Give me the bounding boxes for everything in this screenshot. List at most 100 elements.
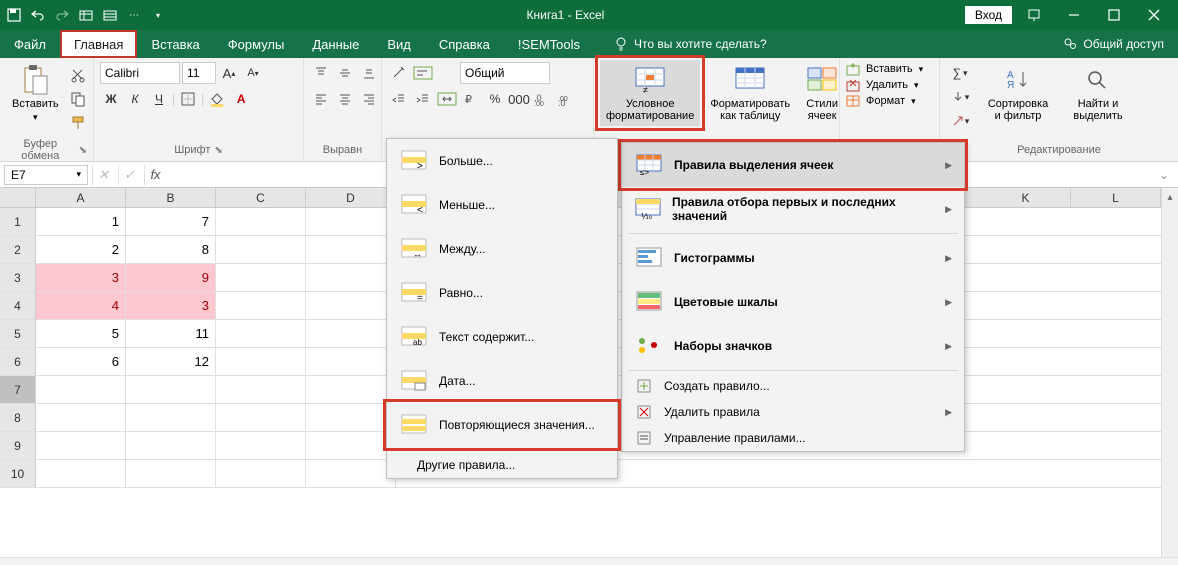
- comma-format-icon[interactable]: 000: [508, 88, 530, 110]
- more-rules-item[interactable]: Другие правила...: [387, 452, 617, 478]
- tab-semtools[interactable]: !SEMTools: [504, 30, 594, 58]
- scroll-up-icon[interactable]: ▴: [1162, 188, 1178, 206]
- cell[interactable]: [306, 292, 396, 319]
- align-center-icon[interactable]: [334, 88, 356, 110]
- cell[interactable]: 7: [126, 208, 216, 235]
- cell[interactable]: 12: [126, 348, 216, 375]
- cell[interactable]: 9: [126, 264, 216, 291]
- qat-custom-1-icon[interactable]: [78, 7, 94, 23]
- row-header[interactable]: 7: [0, 376, 36, 403]
- cell[interactable]: 4: [36, 292, 126, 319]
- text-contains-item[interactable]: ab Текст содержит...: [387, 315, 617, 359]
- cell[interactable]: [36, 432, 126, 459]
- tab-home[interactable]: Главная: [60, 30, 137, 58]
- find-select-button[interactable]: Найти и выделить: [1062, 60, 1134, 126]
- col-header[interactable]: D: [306, 188, 396, 207]
- fx-icon[interactable]: fx: [144, 165, 166, 185]
- color-scales-item[interactable]: Цветовые шкалы ▶: [622, 280, 964, 324]
- increase-decimal-icon[interactable]: ,0,00: [532, 88, 554, 110]
- vertical-scrollbar[interactable]: ▴: [1161, 188, 1178, 557]
- save-icon[interactable]: [6, 7, 22, 23]
- copy-icon[interactable]: [67, 88, 89, 110]
- cell[interactable]: [36, 404, 126, 431]
- cell[interactable]: [306, 236, 396, 263]
- cell-styles-button[interactable]: Стили ячеек: [800, 60, 844, 126]
- less-than-item[interactable]: < Меньше...: [387, 183, 617, 227]
- clear-rules-item[interactable]: Удалить правила ▶: [622, 399, 964, 425]
- tab-file[interactable]: Файл: [0, 30, 60, 58]
- row-header[interactable]: 1: [0, 208, 36, 235]
- align-middle-icon[interactable]: [334, 62, 356, 84]
- highlight-cells-rules-item[interactable]: ≤> Правила выделения ячеек ▶: [622, 143, 964, 187]
- cell[interactable]: [36, 376, 126, 403]
- qat-custom-2-icon[interactable]: [102, 7, 118, 23]
- minimize-icon[interactable]: [1056, 4, 1092, 26]
- cell[interactable]: [126, 460, 216, 487]
- wrap-text-icon[interactable]: [412, 62, 434, 84]
- delete-cells-button[interactable]: Удалить▾: [846, 78, 923, 92]
- signin-button[interactable]: Вход: [965, 6, 1012, 24]
- autosum-icon[interactable]: ∑▾: [946, 62, 974, 84]
- fill-color-icon[interactable]: [206, 88, 228, 110]
- maximize-icon[interactable]: [1096, 4, 1132, 26]
- cell[interactable]: [216, 208, 306, 235]
- duplicate-values-item[interactable]: Повторяющиеся значения...: [387, 403, 617, 447]
- select-all-corner[interactable]: [0, 188, 36, 207]
- cell[interactable]: 3: [126, 292, 216, 319]
- col-header[interactable]: C: [216, 188, 306, 207]
- cell[interactable]: [216, 376, 306, 403]
- bold-icon[interactable]: Ж: [100, 88, 122, 110]
- row-header[interactable]: 6: [0, 348, 36, 375]
- between-item[interactable]: ↔ Между...: [387, 227, 617, 271]
- font-launcher-icon[interactable]: ⬊: [214, 145, 222, 156]
- font-name-input[interactable]: [100, 62, 180, 84]
- align-top-icon[interactable]: [310, 62, 332, 84]
- font-size-input[interactable]: [182, 62, 216, 84]
- cell[interactable]: 3: [36, 264, 126, 291]
- decrease-decimal-icon[interactable]: ,00,0: [556, 88, 578, 110]
- row-header[interactable]: 5: [0, 320, 36, 347]
- number-format-select[interactable]: [460, 62, 550, 84]
- tell-me-search[interactable]: Что вы хотите сделать?: [594, 30, 1049, 58]
- col-header[interactable]: B: [126, 188, 216, 207]
- cell[interactable]: 6: [36, 348, 126, 375]
- cell[interactable]: [36, 460, 126, 487]
- clipboard-launcher-icon[interactable]: ⬊: [79, 145, 87, 156]
- cut-icon[interactable]: [67, 64, 89, 86]
- format-as-table-button[interactable]: Форматировать как таблицу: [704, 60, 796, 126]
- row-header[interactable]: 3: [0, 264, 36, 291]
- accounting-format-icon[interactable]: ₽: [460, 88, 482, 110]
- align-right-icon[interactable]: [358, 88, 380, 110]
- greater-than-item[interactable]: > Больше...: [387, 139, 617, 183]
- cell[interactable]: 5: [36, 320, 126, 347]
- insert-cells-button[interactable]: Вставить▾: [846, 62, 923, 76]
- redo-icon[interactable]: [54, 7, 70, 23]
- orientation-icon[interactable]: [388, 62, 410, 84]
- qat-dropdown-icon[interactable]: ▾: [150, 7, 166, 23]
- cell[interactable]: [216, 460, 306, 487]
- row-header[interactable]: 8: [0, 404, 36, 431]
- cell[interactable]: 1: [36, 208, 126, 235]
- tab-insert[interactable]: Вставка: [137, 30, 213, 58]
- data-bars-item[interactable]: Гистограммы ▶: [622, 236, 964, 280]
- qat-more-icon[interactable]: ⋯: [126, 7, 142, 23]
- clear-icon[interactable]: ▾: [946, 110, 974, 132]
- format-cells-button[interactable]: Формат▾: [846, 94, 923, 108]
- cancel-formula-icon[interactable]: ✕: [92, 165, 114, 185]
- decrease-font-icon[interactable]: A▾: [242, 62, 264, 84]
- icon-sets-item[interactable]: Наборы значков ▶: [622, 324, 964, 368]
- cell[interactable]: [126, 432, 216, 459]
- format-painter-icon[interactable]: [67, 112, 89, 134]
- col-header[interactable]: A: [36, 188, 126, 207]
- row-header[interactable]: 9: [0, 432, 36, 459]
- cell[interactable]: [126, 376, 216, 403]
- tab-formulas[interactable]: Формулы: [214, 30, 299, 58]
- paste-button[interactable]: Вставить ▾: [6, 60, 65, 127]
- cell[interactable]: [216, 264, 306, 291]
- cell[interactable]: [216, 320, 306, 347]
- cell[interactable]: [216, 404, 306, 431]
- tab-view[interactable]: Вид: [373, 30, 425, 58]
- sort-filter-button[interactable]: АЯ Сортировка и фильтр: [980, 60, 1056, 126]
- cell[interactable]: [216, 292, 306, 319]
- new-rule-item[interactable]: Создать правило...: [622, 373, 964, 399]
